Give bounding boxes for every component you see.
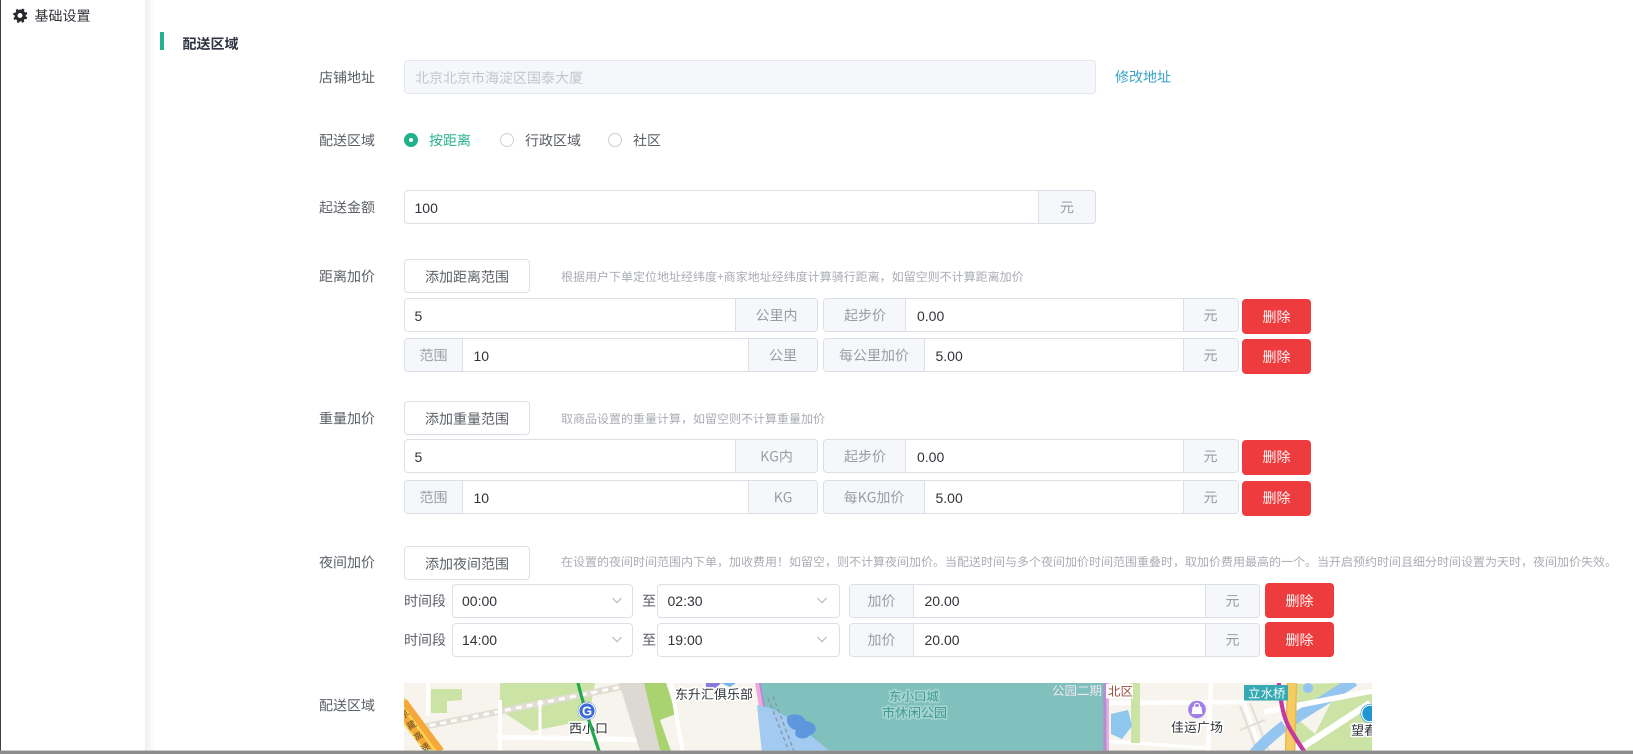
svg-text:G: G bbox=[582, 704, 592, 719]
